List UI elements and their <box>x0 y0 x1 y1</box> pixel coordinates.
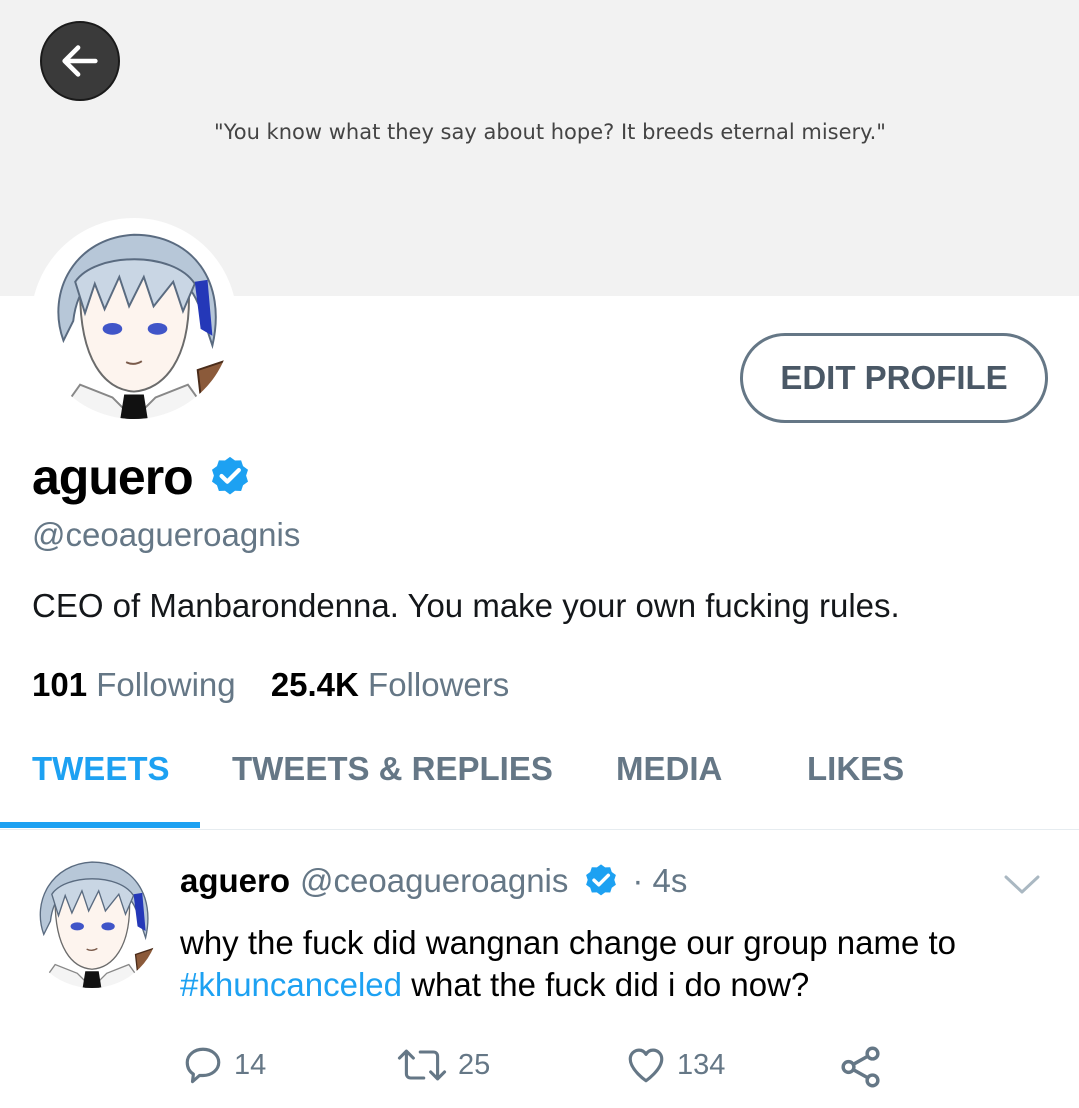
followers-count: 25.4K <box>270 666 359 703</box>
tweet-avatar[interactable] <box>25 854 159 988</box>
retweet-count: 25 <box>458 1048 491 1081</box>
following-label: Following <box>96 666 236 703</box>
profile-handle: @ceoagueroagnis <box>32 516 301 553</box>
chevron-down-icon[interactable] <box>1002 872 1042 898</box>
display-name: aguero <box>32 449 194 505</box>
tweet-timestamp[interactable]: · 4s <box>632 862 687 900</box>
tabs-divider <box>0 829 1079 830</box>
banner-quote: "You know what they say about hope? It b… <box>214 120 886 144</box>
followers-label: Followers <box>368 666 510 703</box>
profile-stats: 101 Following 25.4K Followers <box>32 666 509 704</box>
like-count: 134 <box>677 1048 726 1081</box>
like-button[interactable]: 134 <box>625 1044 725 1086</box>
followers-link[interactable]: 25.4K Followers <box>271 666 509 703</box>
tab-media[interactable]: MEDIA <box>616 750 722 788</box>
following-count: 101 <box>32 666 88 703</box>
profile-name-row: aguero <box>32 448 253 506</box>
reply-button[interactable]: 14 <box>182 1044 266 1086</box>
tweet-text-part: why the fuck did wangnan change our grou… <box>180 924 957 961</box>
back-arrow-icon <box>62 45 98 77</box>
profile-bio: CEO of Manbarondenna. You make your own … <box>32 587 900 624</box>
heart-icon <box>628 1048 664 1083</box>
retweet-button[interactable]: 25 <box>396 1044 490 1086</box>
tweet-text-part: what the fuck did i do now? <box>411 966 810 1003</box>
share-button[interactable] <box>838 1044 894 1090</box>
reply-icon <box>185 1047 221 1084</box>
retweet-icon <box>397 1049 447 1081</box>
profile-avatar[interactable] <box>31 218 237 424</box>
reply-count: 14 <box>234 1048 267 1081</box>
tab-tweets[interactable]: TWEETS <box>32 750 170 788</box>
tweet-text: why the fuck did wangnan change our grou… <box>180 922 1060 1006</box>
share-icon <box>841 1046 880 1088</box>
following-link[interactable]: 101 Following <box>32 666 236 703</box>
profile-tabs: TWEETS TWEETS & REPLIES MEDIA LIKES <box>0 750 1079 830</box>
verified-badge-icon <box>586 864 617 896</box>
back-button[interactable] <box>40 21 120 101</box>
tweet-header: aguero @ceoagueroagnis · 4s <box>180 862 687 900</box>
tab-likes[interactable]: LIKES <box>807 750 904 788</box>
verified-badge-icon <box>211 456 248 495</box>
tab-tweets-replies[interactable]: TWEETS & REPLIES <box>232 750 553 788</box>
active-tab-indicator <box>0 822 200 828</box>
tweet-author-handle[interactable]: @ceoagueroagnis <box>300 862 568 900</box>
tweet-hashtag[interactable]: #khuncanceled <box>180 966 402 1003</box>
edit-profile-button[interactable]: EDIT PROFILE <box>740 333 1048 423</box>
tweet-author-name[interactable]: aguero <box>180 862 290 900</box>
